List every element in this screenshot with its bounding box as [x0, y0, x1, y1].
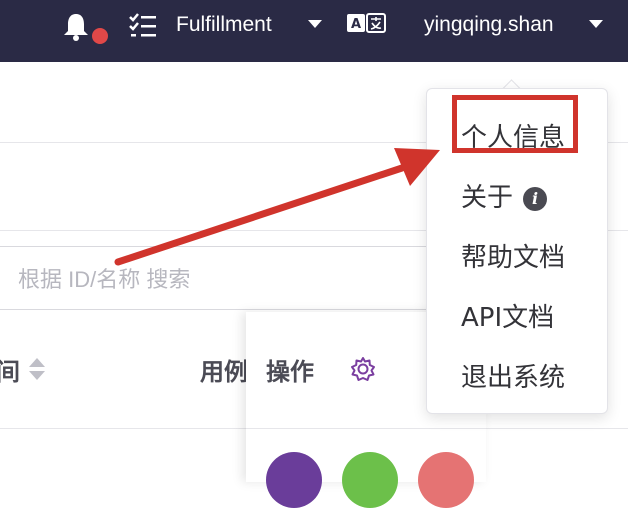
- action-button-delete[interactable]: [418, 452, 474, 508]
- column-header-actions: 操作: [266, 358, 314, 386]
- username: yingqing.shan: [424, 13, 554, 36]
- menu-item-logout[interactable]: 退出系统: [461, 357, 565, 394]
- task-list-button[interactable]: [128, 0, 160, 50]
- sort-icon[interactable]: [26, 355, 48, 383]
- bell-icon: [64, 14, 88, 41]
- info-icon: i: [523, 186, 548, 211]
- workspace-selector[interactable]: Fulfillment: [176, 0, 272, 50]
- menu-item-help-docs[interactable]: 帮助文档: [461, 237, 565, 274]
- menu-item-about[interactable]: 关于 i: [461, 177, 548, 214]
- column-header-case: 用例: [200, 358, 248, 386]
- language-switcher[interactable]: A: [346, 0, 386, 50]
- task-list-icon: [129, 13, 156, 37]
- top-navbar: Fulfillment A yingqing.shan: [0, 0, 628, 62]
- notification-badge: [90, 26, 110, 46]
- search-placeholder: 根据 ID/名称 搜索: [18, 267, 191, 292]
- menu-item-api-docs[interactable]: API文档: [461, 297, 554, 334]
- workspace-label: Fulfillment: [176, 13, 272, 36]
- svg-text:A: A: [351, 17, 361, 32]
- table-row-divider: [246, 428, 486, 429]
- chevron-down-icon[interactable]: [589, 20, 603, 28]
- translate-icon: A: [347, 13, 386, 33]
- action-button-copy[interactable]: [342, 452, 398, 508]
- chevron-down-icon[interactable]: [308, 20, 322, 28]
- column-header-time: 间: [0, 358, 20, 386]
- user-menu-trigger[interactable]: yingqing.shan: [424, 0, 554, 50]
- highlight-box: [452, 95, 578, 153]
- gear-icon[interactable]: [350, 356, 376, 382]
- menu-item-about-label: 关于: [461, 183, 514, 213]
- action-button-edit[interactable]: [266, 452, 322, 508]
- notifications-button[interactable]: [60, 0, 112, 50]
